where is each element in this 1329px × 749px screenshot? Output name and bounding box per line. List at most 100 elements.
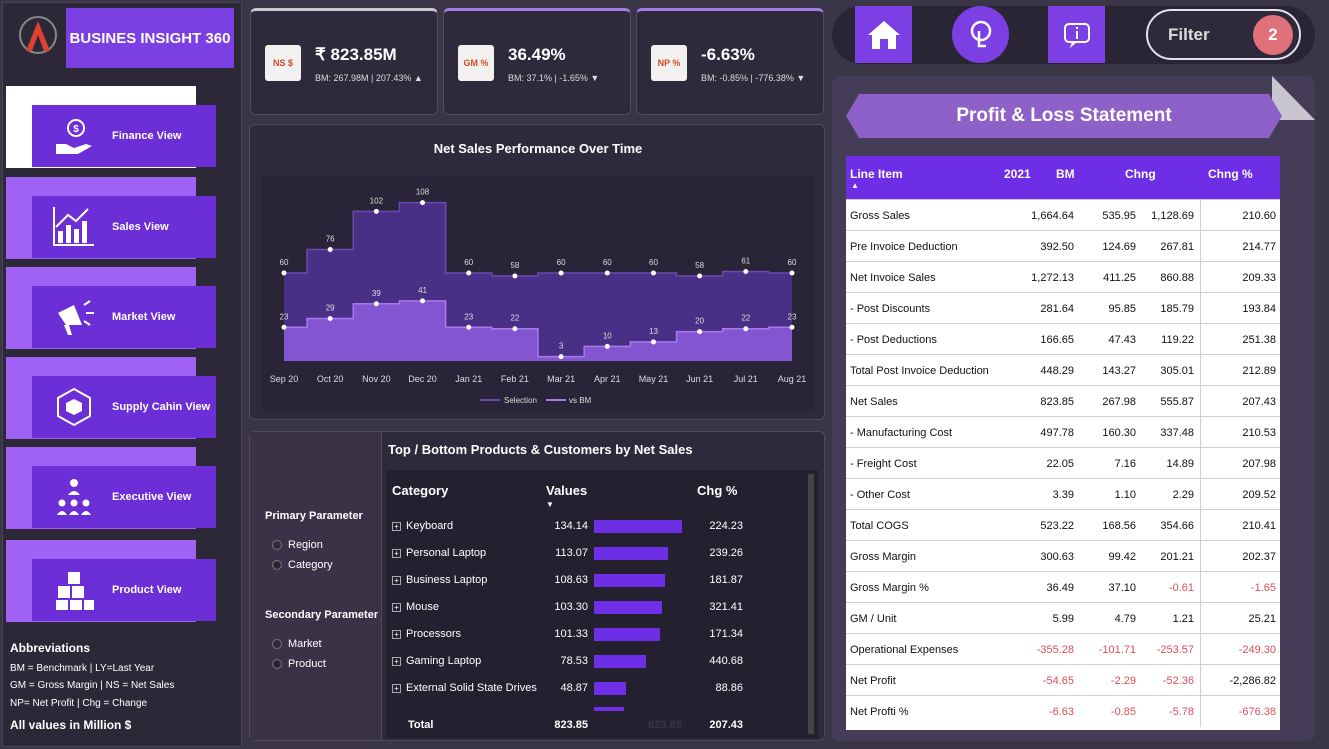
- product-row[interactable]: + External Solid State Drives 48.87 88.86: [386, 682, 818, 709]
- product-value: 108.63: [554, 574, 588, 586]
- data-label: 22: [741, 314, 750, 323]
- expand-icon[interactable]: +: [392, 522, 401, 531]
- product-value: 101.33: [554, 628, 588, 640]
- filter-button[interactable]: Filter 2: [1146, 9, 1301, 60]
- product-value: 134.14: [554, 520, 588, 532]
- pl-cell: -2.29: [1110, 675, 1136, 687]
- pl-cell: 4.79: [1114, 613, 1136, 625]
- megaphone-icon: [58, 300, 94, 335]
- col-header-values[interactable]: Values: [546, 483, 587, 498]
- expand-icon[interactable]: +: [392, 657, 401, 666]
- nav-label: Product View: [112, 584, 182, 596]
- pl-cell: 555.87: [1160, 396, 1194, 408]
- pl-cell: 305.01: [1160, 365, 1194, 377]
- pl-line-item: Net Profit: [850, 675, 896, 687]
- radio-circle[interactable]: [272, 540, 282, 550]
- radio-product[interactable]: Product: [272, 658, 326, 670]
- col-header-chng-pct[interactable]: Chng %: [1208, 167, 1253, 181]
- product-chg: 88.86: [715, 682, 743, 694]
- product-chg: 171.34: [709, 628, 743, 640]
- col-divider: [1200, 665, 1201, 696]
- product-name: + Business Laptop: [392, 574, 487, 586]
- home-button[interactable]: [855, 6, 912, 63]
- nav-sales-view[interactable]: Sales View: [32, 196, 216, 258]
- col-header-category[interactable]: Category: [392, 483, 448, 498]
- value-bar: [594, 601, 662, 614]
- expand-icon[interactable]: +: [392, 684, 401, 693]
- x-tick-label: Jul 21: [734, 374, 758, 384]
- nav-finance-view[interactable]: $ Finance View: [32, 105, 216, 167]
- col-header-2021[interactable]: 2021: [1004, 167, 1031, 181]
- pl-cell: 860.88: [1160, 272, 1194, 284]
- reset-button[interactable]: [952, 6, 1009, 63]
- product-name-text: Processors: [406, 628, 462, 640]
- pl-cell: -249.30: [1238, 644, 1276, 656]
- data-label: 10: [603, 331, 612, 340]
- pl-card: Profit & Loss Statement Line Item ▲ 2021…: [832, 76, 1315, 741]
- pl-cell: 1,664.64: [1031, 210, 1074, 222]
- pl-cell: 22.05: [1046, 458, 1074, 470]
- radio-category[interactable]: Category: [272, 559, 333, 571]
- pl-row: - Post Deductions 166.65 47.43 119.22 251.38: [846, 323, 1280, 355]
- nav-label: Market View: [112, 311, 176, 323]
- info-button[interactable]: [1048, 6, 1105, 63]
- pl-cell: 95.85: [1108, 303, 1136, 315]
- pl-cell: -253.57: [1156, 644, 1194, 656]
- pl-cell: 210.60: [1242, 210, 1276, 222]
- expand-icon[interactable]: +: [392, 603, 401, 612]
- data-point: [743, 326, 749, 332]
- pl-cell: 267.81: [1160, 241, 1194, 253]
- product-name-text: External Solid State Drives: [406, 682, 537, 694]
- radio-circle[interactable]: [272, 659, 282, 669]
- product-row[interactable]: + Keyboard 134.14 224.23: [386, 520, 818, 547]
- supply-network-icon: [57, 387, 91, 427]
- product-row[interactable]: + Mouse 103.30 321.41: [386, 601, 818, 628]
- abbreviations-panel: Abbreviations BM = Benchmark | LY=Last Y…: [10, 640, 174, 735]
- pl-cell: 535.95: [1102, 210, 1136, 222]
- pl-row: Net Sales 823.85 267.98 555.87 207.43: [846, 385, 1280, 417]
- pl-row: Net Profit -54.65 -2.29 -52.36 -2,286.82: [846, 664, 1280, 696]
- data-point: [604, 270, 610, 276]
- nav-product-view[interactable]: Product View: [32, 559, 216, 621]
- nav-label: Supply Cahin View: [112, 401, 211, 413]
- col-header-chng[interactable]: Chng: [1125, 167, 1156, 181]
- radio-market[interactable]: Market: [272, 638, 322, 650]
- product-name: + Keyboard: [392, 520, 453, 532]
- col-header-chg[interactable]: Chg %: [697, 483, 737, 498]
- product-row[interactable]: + Processors 101.33 171.34: [386, 628, 818, 655]
- data-point: [650, 339, 656, 345]
- radio-circle[interactable]: [272, 560, 282, 570]
- product-row[interactable]: + Personal Laptop 113.07 239.26: [386, 547, 818, 574]
- expand-icon[interactable]: +: [392, 630, 401, 639]
- pl-row: - Other Cost 3.39 1.10 2.29 209.52: [846, 478, 1280, 510]
- pl-cell: -0.85: [1110, 706, 1136, 718]
- product-row[interactable]: + Business Laptop 108.63 181.87: [386, 574, 818, 601]
- abbr-line: BM = Benchmark | LY=Last Year: [10, 662, 155, 674]
- pl-row: Net Invoice Sales 1,272.13 411.25 860.88 209…: [846, 261, 1280, 293]
- col-divider: [1200, 572, 1201, 603]
- pl-table: Line Item ▲ 2021 BM Chng Chng % Gross Sa…: [846, 156, 1280, 730]
- data-point: [650, 270, 656, 276]
- pl-cell: 354.66: [1160, 520, 1194, 532]
- pl-row: Total Post Invoice Deduction 448.29 143.27…: [846, 354, 1280, 386]
- nav-market-view[interactable]: Market View: [32, 286, 216, 348]
- radio-region[interactable]: Region: [272, 539, 323, 551]
- data-label: 3: [559, 342, 564, 351]
- radio-circle[interactable]: [272, 639, 282, 649]
- col-divider: [1200, 448, 1201, 479]
- nav-executive-view[interactable]: Executive View: [32, 466, 216, 528]
- abbr-line: NP= Net Profit | Chg = Change: [10, 697, 148, 709]
- pl-cell: 251.38: [1242, 334, 1276, 346]
- expand-icon[interactable]: +: [392, 576, 401, 585]
- pl-line-item: Gross Margin %: [850, 582, 929, 594]
- col-divider: [1200, 603, 1201, 634]
- data-point: [743, 269, 749, 275]
- col-header-bm[interactable]: BM: [1056, 167, 1075, 181]
- nav-supply-cahin-view[interactable]: Supply Cahin View: [32, 376, 216, 438]
- product-row[interactable]: + Gaming Laptop 78.53 440.68: [386, 655, 818, 682]
- pl-cell: 5.99: [1052, 613, 1074, 625]
- pl-cell: 281.64: [1040, 303, 1074, 315]
- kpi-tag: NP %: [651, 45, 687, 81]
- expand-icon[interactable]: +: [392, 549, 401, 558]
- col-header-line-item[interactable]: Line Item: [850, 167, 903, 181]
